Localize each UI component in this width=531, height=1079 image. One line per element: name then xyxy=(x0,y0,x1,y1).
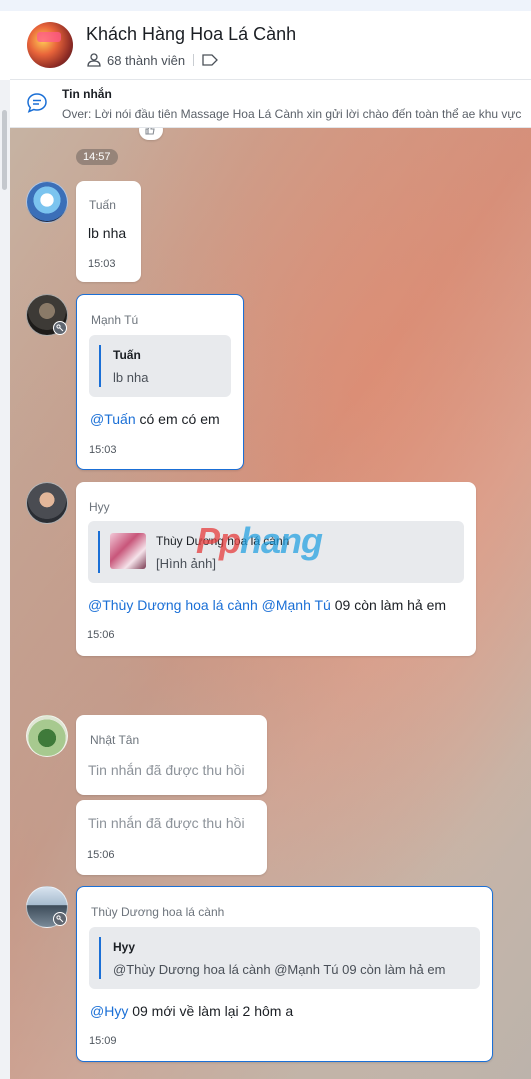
message-body: 09 còn làm hả em xyxy=(330,597,447,613)
message-time: 15:09 xyxy=(89,1035,117,1047)
sender-name[interactable]: Mạnh Tú xyxy=(91,313,138,327)
message-time: 15:03 xyxy=(89,444,117,456)
message-bubble-recalled[interactable]: Nhật Tân Tin nhắn đã được thu hồi xyxy=(76,715,267,795)
watermark-part1: Pp xyxy=(196,520,241,561)
chat-area: 14:57 Tuấn lb nha 15:03 Mạnh Tú Tuấn lb … xyxy=(10,128,531,1079)
thumbs-up-icon xyxy=(145,128,155,135)
message-bubble-recalled[interactable]: Tin nhắn đã được thu hồi 15:06 xyxy=(76,800,267,875)
scrollbar-thumb[interactable] xyxy=(2,110,7,190)
message-text: lb nha xyxy=(88,225,127,241)
watermark-logo: Pphang xyxy=(196,520,323,562)
message-time: 15:06 xyxy=(87,629,115,641)
left-scroll-rail xyxy=(0,80,10,1079)
mention[interactable]: @Thùy Dương hoa lá cành xyxy=(88,597,258,613)
pinned-text: Over: Lời nói đầu tiên Massage Hoa Lá Cà… xyxy=(62,107,522,121)
message-body: 09 mới về làm lại 2 hôm a xyxy=(128,1003,294,1019)
avatar-tuan[interactable] xyxy=(26,181,68,223)
quote-text: lb nha xyxy=(113,370,149,385)
avatar-nhat-tan[interactable] xyxy=(26,715,68,757)
quote-text: @Thùy Dương hoa lá cành @Mạnh Tú 09 còn … xyxy=(113,962,446,977)
pinned-message-bar[interactable]: Tin nhắn Over: Lời nói đầu tiên Massage … xyxy=(10,80,531,128)
quote-thumbnail xyxy=(110,533,146,569)
reaction-button[interactable] xyxy=(139,128,163,140)
message-bubble-selected[interactable]: Mạnh Tú Tuấn lb nha @Tuấn có em có em 15… xyxy=(76,294,244,470)
conversation-header: Khách Hàng Hoa Lá Cành 68 thành viên xyxy=(10,11,531,80)
recalled-text: Tin nhắn đã được thu hồi xyxy=(88,815,245,831)
group-avatar[interactable] xyxy=(27,22,73,68)
quote-bar xyxy=(99,345,101,387)
tag-icon[interactable] xyxy=(202,54,218,66)
key-icon xyxy=(53,321,67,335)
key-icon xyxy=(53,912,67,926)
quote-bar xyxy=(99,937,101,979)
sender-name[interactable]: Tuấn xyxy=(89,198,116,212)
message-text: @Hyy 09 mới về làm lại 2 hôm a xyxy=(90,1003,293,1019)
recalled-text: Tin nhắn đã được thu hồi xyxy=(88,762,245,778)
message-bubble-selected[interactable]: Thùy Dương hoa lá cành Hyy @Thùy Dương h… xyxy=(76,886,493,1062)
mention[interactable]: @Tuấn xyxy=(90,411,136,427)
person-icon[interactable] xyxy=(86,52,102,68)
sender-name[interactable]: Thùy Dương hoa lá cành xyxy=(91,905,224,919)
chat-bubble-icon xyxy=(27,93,47,113)
mention[interactable]: @Mạnh Tú xyxy=(262,597,331,613)
message-text: @Thùy Dương hoa lá cành @Mạnh Tú 09 còn … xyxy=(88,597,446,613)
quoted-message[interactable]: Hyy @Thùy Dương hoa lá cành @Mạnh Tú 09 … xyxy=(89,927,480,989)
sender-name[interactable]: Nhật Tân xyxy=(90,733,139,747)
avatar-hyy[interactable] xyxy=(26,482,68,524)
quote-bar xyxy=(98,531,100,573)
message-time: 15:03 xyxy=(88,258,116,270)
member-info: 68 thành viên xyxy=(86,51,218,69)
top-strip xyxy=(0,0,531,11)
group-name[interactable]: Khách Hàng Hoa Lá Cành xyxy=(86,24,296,45)
member-count[interactable]: 68 thành viên xyxy=(107,53,185,68)
divider xyxy=(193,54,195,66)
message-time: 15:06 xyxy=(87,849,115,861)
mention[interactable]: @Hyy xyxy=(90,1003,128,1019)
sender-name[interactable]: Hyy xyxy=(89,500,110,514)
message-bubble[interactable]: Hyy Thùy Dương hoa lá cành [Hình ảnh] @T… xyxy=(76,482,476,656)
message-bubble[interactable]: Tuấn lb nha 15:03 xyxy=(76,181,141,282)
time-separator: 14:57 xyxy=(76,149,118,165)
pinned-title: Tin nhắn xyxy=(62,87,112,101)
message-body: có em có em xyxy=(135,411,220,427)
quoted-message[interactable]: Tuấn lb nha xyxy=(89,335,231,397)
message-text: @Tuấn có em có em xyxy=(90,411,220,427)
quote-sender: Hyy xyxy=(113,940,136,954)
watermark-part2: hang xyxy=(240,520,323,561)
quote-sender: Tuấn xyxy=(113,348,141,362)
